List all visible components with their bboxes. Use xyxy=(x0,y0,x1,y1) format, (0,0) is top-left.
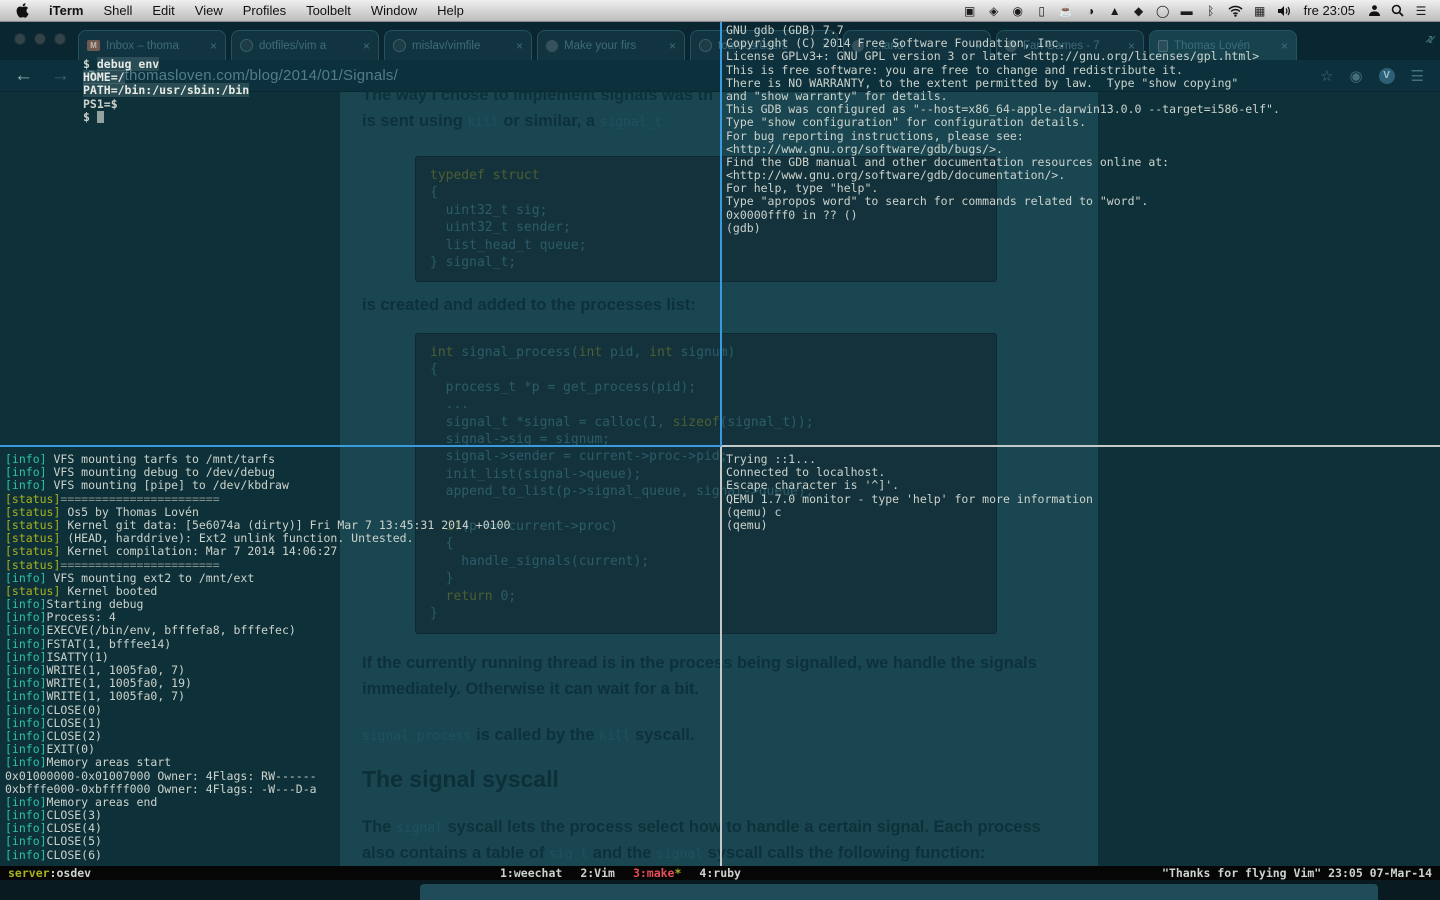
tmux-window-3-make[interactable]: 3:make* xyxy=(633,866,681,880)
pane-shell[interactable]: $ debug env HOME=/PATH=/bin:/usr/sbin:/bi… xyxy=(0,22,720,445)
terminal-line: [info]CLOSE(4) xyxy=(5,821,102,836)
wifi-icon[interactable] xyxy=(1228,5,1243,17)
menu-view[interactable]: View xyxy=(185,3,233,18)
menu-items: iTerm Shell Edit View Profiles Toolbelt Window… xyxy=(37,3,474,18)
spotlight-search-icon[interactable] xyxy=(1391,4,1404,17)
user-icon[interactable] xyxy=(1368,4,1381,17)
pane-log-lines: [info] VFS mounting tarfs to /mnt/tarfs[… xyxy=(5,452,720,862)
messages-icon[interactable]: ◯ xyxy=(1156,0,1170,22)
pane-qemu-lines: Trying ::1... Connected to localhost. Esca… xyxy=(726,452,1438,532)
menu-profiles[interactable]: Profiles xyxy=(233,3,296,18)
pane-divider-horizontal-active[interactable] xyxy=(0,445,721,447)
next-code-block-edge xyxy=(420,884,1378,900)
tmux-window-4-ruby[interactable]: 4:ruby xyxy=(699,866,741,880)
display-icon[interactable]: ▯ xyxy=(1035,0,1049,22)
notifier-icon[interactable]: ◆ xyxy=(1132,0,1146,22)
terminal-line: (qemu) xyxy=(726,517,768,532)
battery-icon[interactable]: ▬ xyxy=(1180,0,1194,22)
iterm-window: $ debug env HOME=/PATH=/bin:/usr/sbin:/bi… xyxy=(0,22,1440,880)
drive-icon[interactable]: ▲ xyxy=(1108,0,1122,22)
dropbox-icon[interactable]: ◈ xyxy=(987,0,1001,22)
terminal-line: [info]Memory areas end xyxy=(5,794,158,809)
terminal-line: [info]CLOSE(2) xyxy=(5,728,102,743)
pane-shell-lines: $ debug env HOME=/PATH=/bin:/usr/sbin:/bi… xyxy=(83,57,720,124)
browser-bottom-reveal xyxy=(0,880,1440,900)
tmux-window-1-weechat[interactable]: 1:weechat xyxy=(500,866,562,880)
tmux-session-name: :osdev xyxy=(49,866,92,880)
menu-help[interactable]: Help xyxy=(427,3,474,18)
pane-gdb[interactable]: GNU gdb (GDB) 7.7 Copyright (C) 2014 Free… xyxy=(726,23,1438,445)
menu-clock[interactable]: fre 23:05 xyxy=(1304,3,1355,18)
menu-shell[interactable]: Shell xyxy=(93,3,142,18)
input-source-icon[interactable]: ▦ xyxy=(1253,0,1267,22)
terminal-line: [info]CLOSE(6) xyxy=(5,847,102,862)
terminal-cursor xyxy=(96,110,104,123)
volume-icon[interactable] xyxy=(1277,5,1291,17)
tmux-windows: 1:weechat 2:Vim 3:make* 4:ruby xyxy=(500,866,741,880)
pane-gdb-lines: GNU gdb (GDB) 7.7 Copyright (C) 2014 Free… xyxy=(726,23,1438,235)
terminal-line: $ xyxy=(83,110,720,124)
terminal-line: [info]CLOSE(5) xyxy=(5,834,102,849)
window-manager-icon[interactable]: ▣ xyxy=(963,0,977,22)
pane-qemu-monitor[interactable]: Trying ::1... Connected to localhost. Esca… xyxy=(726,452,1438,865)
tmux-window-2-vim[interactable]: 2:Vim xyxy=(580,866,615,880)
desktop: iTerm Shell Edit View Profiles Toolbelt Window… xyxy=(0,0,1440,900)
tmux-right-status: "Thanks for flying Vim" 23:05 07-Mar-14 xyxy=(1161,866,1432,880)
terminal-line: (gdb) xyxy=(726,220,761,235)
pane-divider-vertical-active[interactable] xyxy=(720,22,722,446)
terminal-line: [info]FSTAT(1, bfffee14) xyxy=(5,636,172,651)
terminal-line: [info]WRITE(1, 1005fa0, 7) xyxy=(5,689,186,704)
menu-window[interactable]: Window xyxy=(361,3,427,18)
music-app-icon[interactable]: ◉ xyxy=(1011,0,1025,22)
pane-divider-vertical[interactable] xyxy=(720,446,722,866)
terminal-line: 0x0000fff0 in ?? () xyxy=(726,207,858,222)
menu-status-icons: ▣ ◈ ◉ ▯ ☕ ◑ ▲ ◆ ◯ ▬ ᛒ ▦ xyxy=(963,0,1291,22)
apple-menu-icon[interactable] xyxy=(16,3,29,18)
pane-divider-horizontal[interactable] xyxy=(722,445,1440,447)
bluetooth-icon[interactable]: ᛒ xyxy=(1204,0,1218,22)
caffeine-icon[interactable]: ☕ xyxy=(1059,0,1074,22)
terminal-line: [info]CLOSE(3) xyxy=(5,808,102,823)
terminal-line: QEMU 1.7.0 monitor - type 'help' for mor… xyxy=(726,491,1093,506)
notification-center-icon[interactable]: ☰ xyxy=(1414,0,1428,22)
tmux-session-label: server xyxy=(8,866,50,880)
pane-kernel-log[interactable]: [info] VFS mounting tarfs to /mnt/tarfs[… xyxy=(5,452,720,865)
flux-icon[interactable]: ◑ xyxy=(1084,0,1098,22)
terminal-line: [info]CLOSE(1) xyxy=(5,715,102,730)
tmux-session: server:osdev xyxy=(8,866,91,880)
menu-edit[interactable]: Edit xyxy=(142,3,184,18)
terminal-line: $ debug env xyxy=(83,57,160,71)
terminal-line: [info]CLOSE(0) xyxy=(5,702,102,717)
menu-toolbelt[interactable]: Toolbelt xyxy=(296,3,361,18)
tmux-status-bar: server:osdev 1:weechat 2:Vim 3:make* 4:ruby… xyxy=(0,866,1440,880)
terminal-line: PS1=$ xyxy=(83,96,118,111)
terminal-line: (qemu) c xyxy=(726,504,782,519)
macos-menu-bar: iTerm Shell Edit View Profiles Toolbelt Window… xyxy=(0,0,1440,22)
terminal-line: PATH=/bin:/usr/sbin:/bin xyxy=(83,83,250,98)
menu-iterm[interactable]: iTerm xyxy=(39,3,93,18)
